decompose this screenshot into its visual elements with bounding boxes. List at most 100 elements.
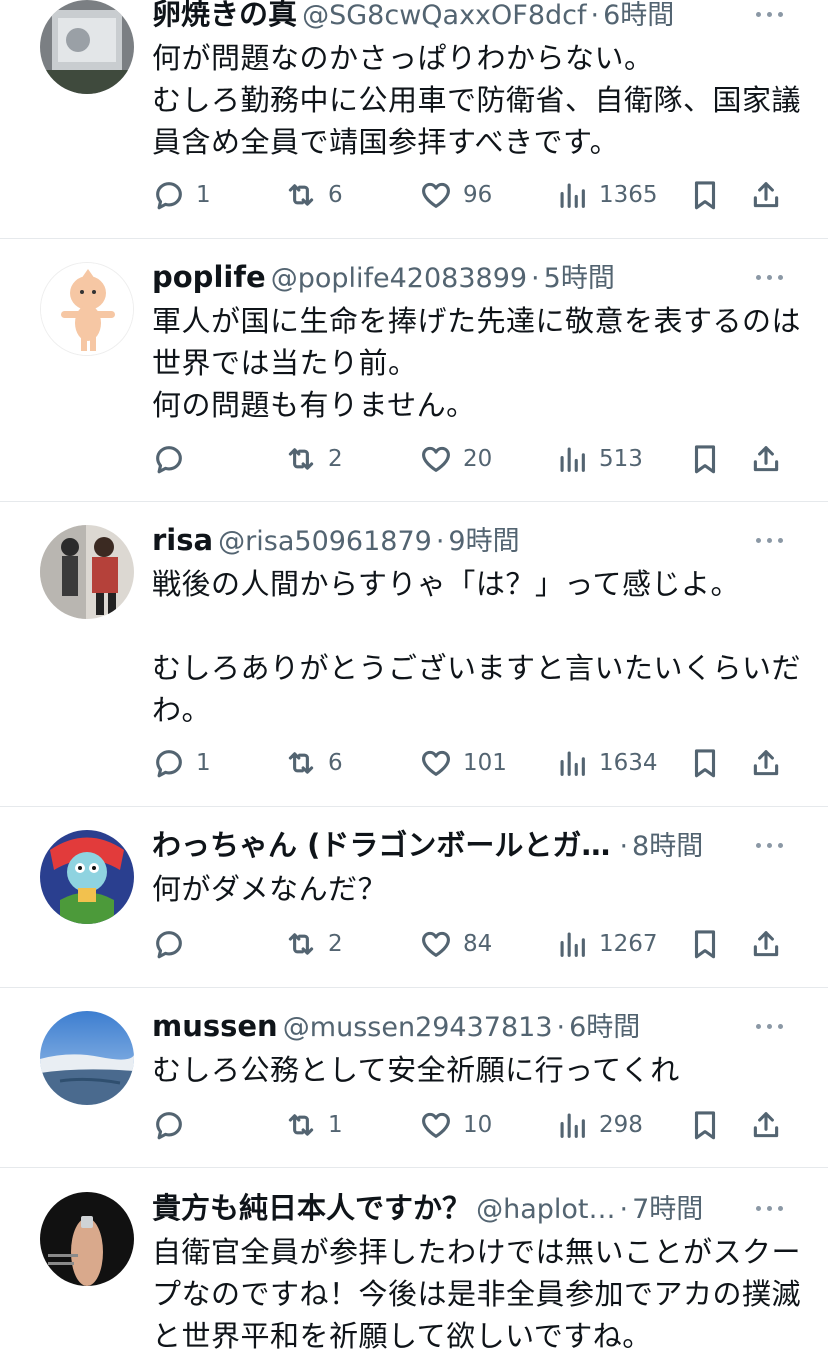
reply-button[interactable]: 1 (152, 173, 211, 217)
share-icon (749, 178, 783, 212)
avatar[interactable] (40, 1192, 134, 1286)
bookmark-icon (688, 746, 722, 780)
separator-dot: · (619, 1194, 629, 1225)
reply-icon (152, 1108, 186, 1142)
more-icon[interactable] (752, 520, 788, 560)
user-handle[interactable]: @poplife42083899 (271, 263, 527, 294)
views-button[interactable]: 298 (555, 1103, 643, 1147)
retweet-count: 2 (328, 446, 343, 472)
separator-dot: · (531, 263, 540, 294)
like-button[interactable]: 101 (419, 741, 507, 785)
share-icon (749, 927, 783, 961)
retweet-button[interactable]: 6 (284, 173, 343, 217)
like-button[interactable]: 84 (419, 922, 492, 966)
timestamp[interactable]: 6時間 (603, 0, 674, 31)
reply-button[interactable] (152, 437, 196, 481)
display-name[interactable]: わっちゃん (ドラゴンボールとガ… (152, 828, 610, 862)
tweet[interactable]: 卵焼きの真 @SG8cwQaxxOF8dcf · 6時間 何が問題なのかさっぱりわか… (0, 0, 828, 239)
avatar[interactable] (40, 262, 134, 356)
avatar[interactable] (40, 525, 134, 619)
retweet-icon (284, 1108, 318, 1142)
timestamp[interactable]: 6時間 (569, 1012, 640, 1043)
tweet[interactable]: poplife @poplife42083899 · 5時間 軍人が国に生命を捧げた… (0, 239, 828, 502)
bookmark-button[interactable] (688, 437, 722, 481)
share-icon (749, 1108, 783, 1142)
reply-icon (152, 746, 186, 780)
action-bar: 1 6 96 1365 (0, 173, 828, 217)
share-button[interactable] (749, 173, 783, 217)
reply-count: 1 (196, 182, 211, 208)
more-icon[interactable] (752, 257, 788, 297)
tweet[interactable]: mussen @mussen29437813 · 6時間 むしろ公務として安全祈願に… (0, 988, 828, 1168)
like-button[interactable]: 10 (419, 1103, 492, 1147)
retweet-button[interactable]: 1 (284, 1103, 343, 1147)
display-name[interactable]: mussen (152, 1009, 278, 1043)
share-button[interactable] (749, 437, 783, 481)
display-name[interactable]: 貴方も純日本人ですか？ (152, 1191, 471, 1225)
views-button[interactable]: 1267 (555, 922, 658, 966)
bookmark-button[interactable] (688, 173, 722, 217)
like-button[interactable]: 96 (419, 173, 492, 217)
display-name[interactable]: 卵焼きの真 (152, 0, 297, 31)
tweet[interactable]: risa @risa50961879 · 9時間 戦後の人間からすりゃ「は？」って感… (0, 502, 828, 807)
timestamp[interactable]: 7時間 (632, 1194, 703, 1225)
view-count: 513 (599, 446, 643, 472)
share-button[interactable] (749, 922, 783, 966)
like-icon (419, 746, 453, 780)
like-count: 84 (463, 931, 493, 957)
share-icon (749, 442, 783, 476)
tweet[interactable]: わっちゃん (ドラゴンボールとガ… · 8時間 何がダメなんだ？ 2 84 126… (0, 807, 828, 988)
more-icon[interactable] (752, 1006, 788, 1046)
tweet-text: 戦後の人間からすりゃ「は？」って感じよ。 むしろありがとうございますと言いたいく… (152, 567, 802, 727)
like-count: 20 (463, 446, 493, 472)
reply-button[interactable] (152, 1103, 196, 1147)
reply-icon (152, 442, 186, 476)
action-bar: 1 6 101 1634 (0, 741, 828, 785)
like-count: 101 (463, 750, 507, 776)
more-icon[interactable] (752, 0, 788, 34)
reply-button[interactable] (152, 922, 196, 966)
tweet-text: むしろ公務として安全祈願に行ってくれ (152, 1053, 680, 1087)
retweet-button[interactable]: 2 (284, 437, 343, 481)
retweet-button[interactable]: 6 (284, 741, 343, 785)
like-icon (419, 442, 453, 476)
share-button[interactable] (749, 741, 783, 785)
reply-icon (152, 927, 186, 961)
share-icon (749, 746, 783, 780)
share-button[interactable] (749, 1103, 783, 1147)
retweet-icon (284, 746, 318, 780)
views-button[interactable]: 1634 (555, 741, 658, 785)
timestamp[interactable]: 8時間 (632, 831, 703, 862)
display-name[interactable]: risa (152, 523, 213, 557)
avatar[interactable] (40, 1011, 134, 1105)
retweet-button[interactable]: 2 (284, 922, 343, 966)
views-button[interactable]: 1365 (555, 173, 658, 217)
user-handle[interactable]: @mussen29437813 (283, 1012, 553, 1043)
avatar[interactable] (40, 830, 134, 924)
view-count: 298 (599, 1112, 643, 1138)
timestamp[interactable]: 5時間 (544, 263, 615, 294)
reply-button[interactable]: 1 (152, 741, 211, 785)
views-button[interactable]: 513 (555, 437, 643, 481)
like-count: 10 (463, 1112, 493, 1138)
bookmark-button[interactable] (688, 1103, 722, 1147)
tweet-text: 自衛官全員が参拝したわけでは無いことがスクープなのですね！今後は是非全員参加でア… (152, 1235, 802, 1353)
user-handle[interactable]: @haplot… (476, 1194, 615, 1225)
bookmark-button[interactable] (688, 922, 722, 966)
bookmark-button[interactable] (688, 741, 722, 785)
retweet-count: 6 (328, 750, 343, 776)
tweet[interactable]: 貴方も純日本人ですか？ @haplot… · 7時間 自衛官全員が参拝したわけでは無… (0, 1168, 828, 1353)
bookmark-icon (688, 1108, 722, 1142)
display-name[interactable]: poplife (152, 260, 266, 294)
like-icon (419, 1108, 453, 1142)
timestamp[interactable]: 9時間 (448, 526, 519, 557)
more-icon[interactable] (752, 1188, 788, 1228)
avatar[interactable] (40, 0, 134, 94)
more-icon[interactable] (752, 825, 788, 865)
user-handle[interactable]: @risa50961879 (218, 526, 432, 557)
retweet-count: 2 (328, 931, 343, 957)
like-count: 96 (463, 182, 493, 208)
like-button[interactable]: 20 (419, 437, 492, 481)
user-handle[interactable]: @SG8cwQaxxOF8dcf (302, 0, 586, 31)
views-icon (555, 927, 589, 961)
